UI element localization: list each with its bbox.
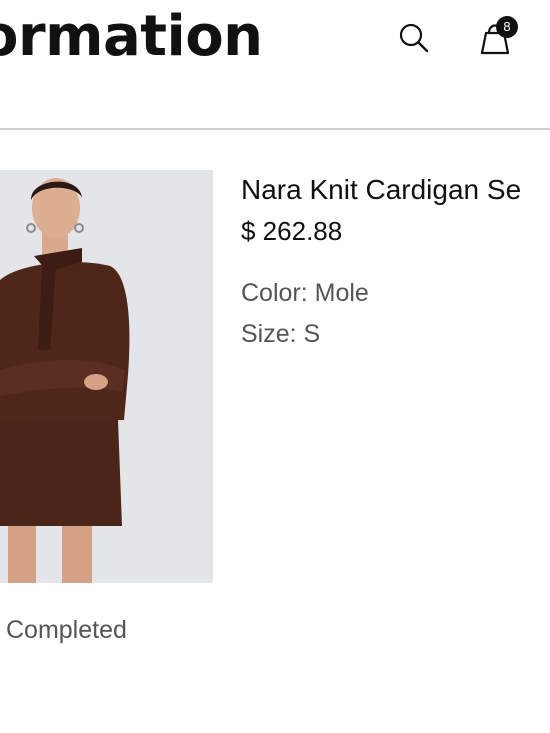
order-status: Completed — [6, 616, 127, 644]
product-price: $ 262.88 — [241, 216, 343, 246]
product-color: Color: Mole — [241, 279, 369, 307]
cart-count-badge: 8 — [496, 16, 518, 38]
product-name[interactable]: Nara Knit Cardigan Se — [241, 174, 521, 206]
header: ormation 8 — [0, 0, 550, 130]
product-image — [0, 170, 213, 583]
search-button[interactable] — [396, 20, 432, 56]
header-divider — [0, 128, 550, 130]
search-icon — [399, 23, 429, 53]
product-size: Size: S — [241, 320, 321, 348]
cart-button[interactable]: 8 — [476, 16, 524, 60]
page-title: ormation — [0, 4, 263, 69]
